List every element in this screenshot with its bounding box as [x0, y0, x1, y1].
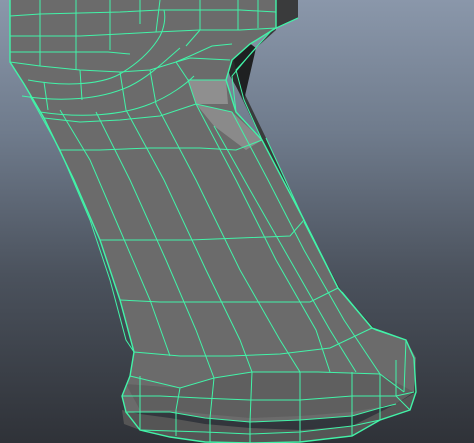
3d-viewport[interactable] — [0, 0, 474, 443]
pistol-grip-wireframe-model[interactable] — [0, 0, 474, 443]
